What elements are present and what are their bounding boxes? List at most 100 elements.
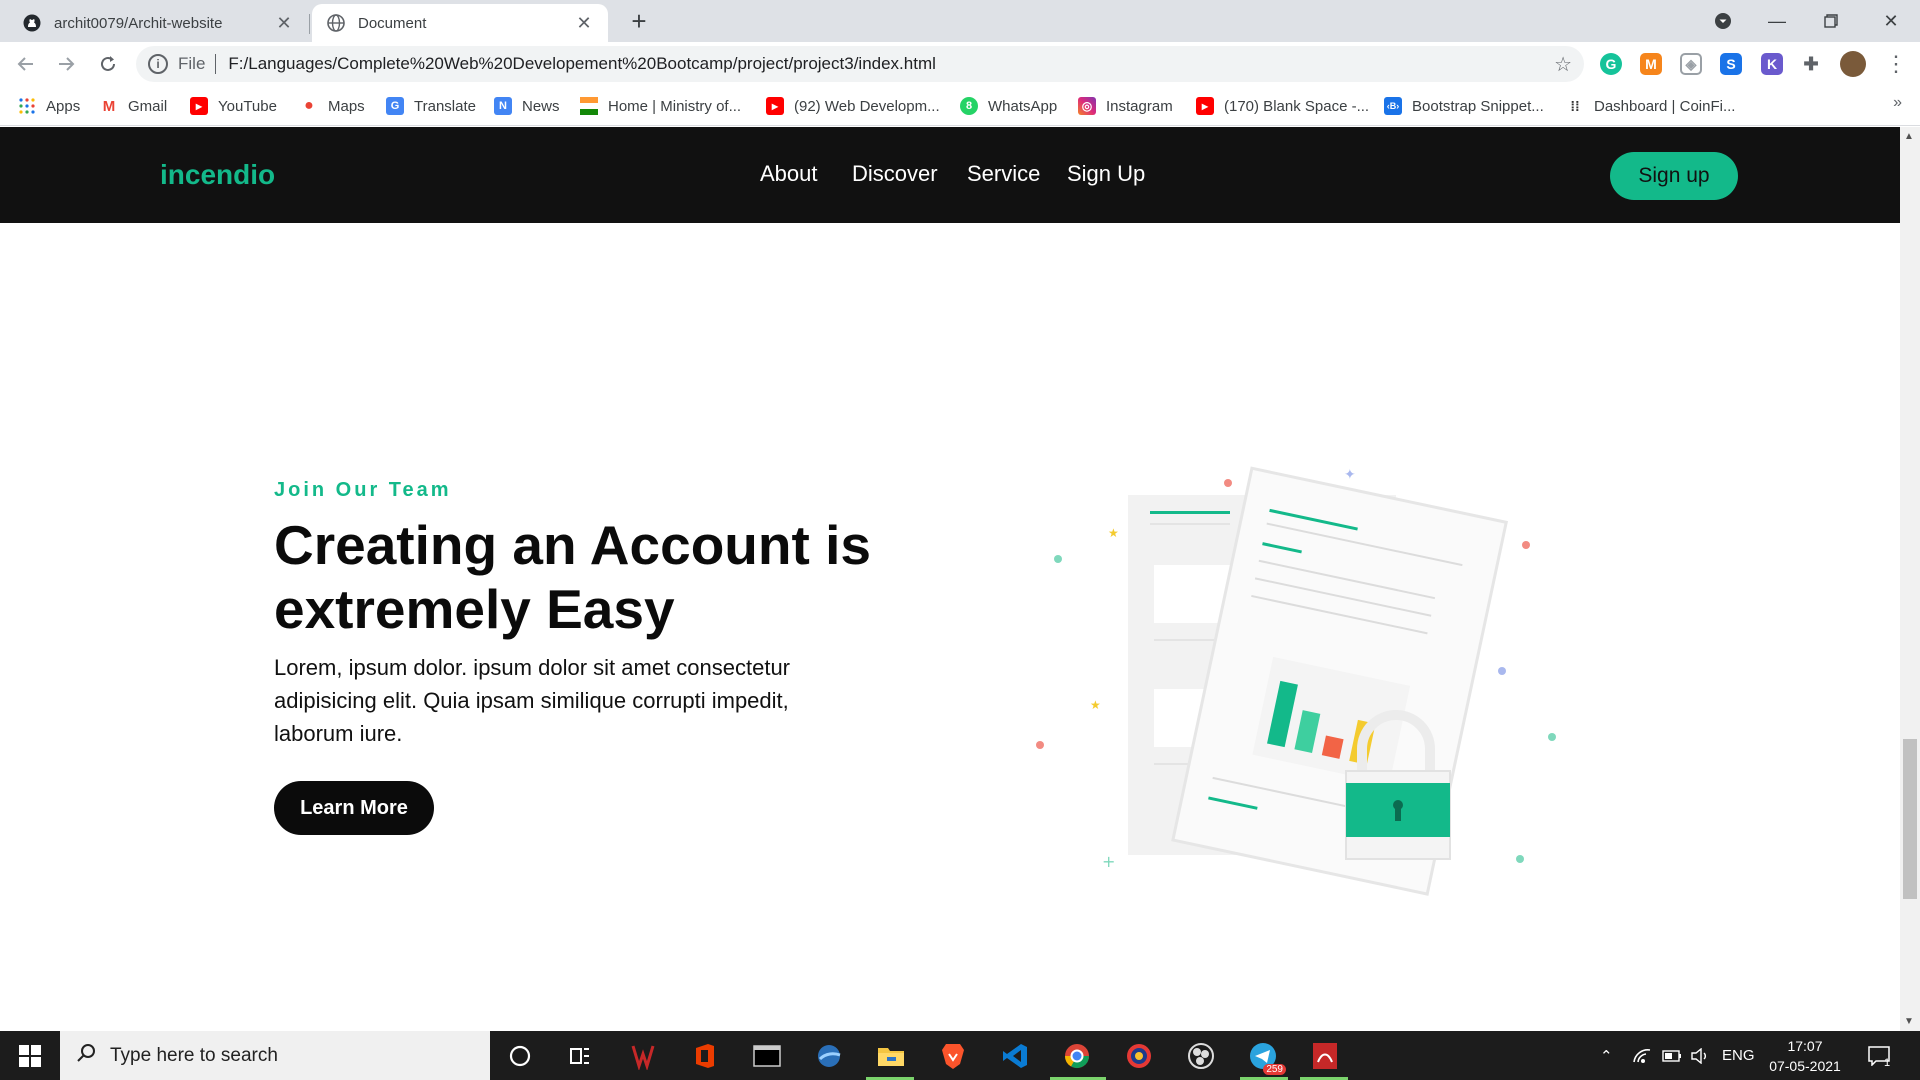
- reload-icon[interactable]: [92, 48, 124, 80]
- bookmark-star-icon[interactable]: ☆: [1554, 52, 1572, 77]
- taskbar-search-box[interactable]: Type here to search: [60, 1031, 490, 1080]
- address-divider: [215, 54, 217, 74]
- tab-divider: [309, 14, 310, 34]
- menu-dots-icon[interactable]: ⋮: [1880, 48, 1912, 80]
- address-scheme: File: [178, 54, 206, 73]
- bookmark-translate[interactable]: G Translate: [386, 94, 476, 118]
- bookmark-label: News: [522, 97, 560, 115]
- nav-service[interactable]: Service: [967, 161, 1040, 187]
- scroll-up-icon[interactable]: ▲: [1904, 131, 1914, 142]
- tray-overflow-icon[interactable]: ⌃: [1600, 1031, 1613, 1080]
- bookmark-label: Apps: [46, 97, 81, 115]
- avatar[interactable]: [1840, 51, 1866, 77]
- pdf-reader-icon[interactable]: [1308, 1039, 1342, 1073]
- restore-icon[interactable]: [1808, 0, 1854, 42]
- youtube-icon: ▶: [190, 97, 208, 115]
- india-flag-icon: [580, 97, 598, 115]
- office-icon[interactable]: [688, 1039, 722, 1073]
- bookmark-web-dev[interactable]: ▶ (92) Web Developm...: [766, 94, 940, 118]
- brave-icon[interactable]: [936, 1039, 970, 1073]
- task-view-icon[interactable]: [563, 1039, 597, 1073]
- nav-sign-up[interactable]: Sign Up: [1067, 161, 1145, 187]
- terminal-icon[interactable]: [750, 1039, 784, 1073]
- obs-icon[interactable]: [1184, 1039, 1218, 1073]
- bookmark-news[interactable]: N News: [494, 94, 560, 118]
- bookmark-label: Bootstrap Snippet...: [1412, 97, 1544, 115]
- battery-icon[interactable]: [1662, 1031, 1682, 1080]
- bookmark-ministry[interactable]: Home | Ministry of...: [580, 94, 741, 118]
- s-extension-icon[interactable]: S: [1720, 53, 1742, 75]
- nav-about[interactable]: About: [760, 161, 818, 187]
- bookmark-whatsapp[interactable]: 8 WhatsApp: [960, 94, 1057, 118]
- browser-globe-icon[interactable]: [812, 1039, 846, 1073]
- info-icon[interactable]: i: [148, 54, 168, 74]
- news-icon: N: [494, 97, 512, 115]
- new-tab-button[interactable]: +: [624, 6, 654, 36]
- tab-search-icon[interactable]: [1700, 0, 1746, 42]
- bookmarks-overflow-icon[interactable]: »: [1893, 94, 1902, 112]
- secure-document-illustration: ✦ ★ ★ +: [1036, 466, 1556, 896]
- tab-document[interactable]: Document ✕: [312, 4, 608, 42]
- hero-lead-text: Lorem, ipsum dolor. ipsum dolor sit amet…: [274, 655, 791, 746]
- bookmark-label: Home | Ministry of...: [608, 97, 742, 115]
- svg-text:✦: ✦: [1344, 467, 1356, 483]
- site-navbar: incendio About Discover Service Sign Up …: [0, 127, 1900, 223]
- music-player-icon[interactable]: [1122, 1039, 1156, 1073]
- back-arrow-icon[interactable]: [10, 48, 42, 80]
- notification-center-icon[interactable]: 1: [1868, 1031, 1890, 1080]
- bookmark-maps[interactable]: ● Maps: [300, 94, 365, 118]
- close-icon[interactable]: ✕: [274, 13, 294, 34]
- file-explorer-icon[interactable]: [874, 1039, 908, 1073]
- bookmark-label: Dashboard | CoinFi...: [1594, 97, 1736, 115]
- volume-icon[interactable]: [1690, 1031, 1710, 1080]
- k-extension-icon[interactable]: K: [1761, 53, 1783, 75]
- address-bar[interactable]: i File F:/Languages/Complete%20Web%20Dev…: [136, 46, 1584, 82]
- svg-text:★: ★: [1090, 698, 1101, 712]
- notification-count: 1: [1884, 1056, 1891, 1069]
- gmail-icon: M: [100, 97, 118, 115]
- language-indicator[interactable]: ENG: [1722, 1031, 1755, 1080]
- bookmark-label: (92) Web Developm...: [794, 97, 940, 115]
- forward-arrow-icon[interactable]: [50, 48, 82, 80]
- shield-icon[interactable]: ◈: [1680, 53, 1702, 75]
- bookmark-label: Gmail: [128, 97, 168, 115]
- bookmark-bootstrap[interactable]: ‹B› Bootstrap Snippet...: [1384, 94, 1544, 118]
- windows-taskbar: Type here to search 259 ⌃ ENG 17:07 07-0…: [0, 1031, 1920, 1080]
- metamask-icon[interactable]: M: [1640, 53, 1662, 75]
- clock-date: 07-05-2021: [1769, 1058, 1841, 1074]
- brand-logo[interactable]: incendio: [160, 159, 275, 191]
- minimize-icon[interactable]: —: [1754, 0, 1800, 42]
- learn-more-button[interactable]: Learn More: [274, 781, 434, 835]
- window-close-icon[interactable]: ✕: [1868, 0, 1914, 42]
- nav-discover[interactable]: Discover: [852, 161, 938, 187]
- search-placeholder: Type here to search: [110, 1044, 278, 1066]
- hero-eyebrow: Join Our Team: [274, 479, 452, 501]
- cortana-icon[interactable]: [503, 1039, 537, 1073]
- globe-icon: [326, 13, 346, 33]
- bookmark-label: Instagram: [1106, 97, 1173, 115]
- bookmark-label: Maps: [328, 97, 365, 115]
- bookmark-apps[interactable]: Apps: [18, 94, 80, 118]
- bookmark-gmail[interactable]: M Gmail: [100, 94, 167, 118]
- svg-text:★: ★: [1108, 526, 1119, 540]
- sign-up-button[interactable]: Sign up: [1610, 152, 1738, 200]
- scrollbar-thumb[interactable]: [1903, 739, 1917, 899]
- windows-start-icon[interactable]: [0, 1031, 60, 1080]
- predator-sense-icon[interactable]: [626, 1039, 660, 1073]
- bookmark-youtube[interactable]: ▶ YouTube: [190, 94, 277, 118]
- translate-icon: G: [386, 97, 404, 115]
- puzzle-icon[interactable]: ✚: [1800, 53, 1822, 75]
- bookmark-instagram[interactable]: ◎ Instagram: [1078, 94, 1173, 118]
- page-scrollbar[interactable]: ▲ ▼: [1900, 127, 1920, 1031]
- scroll-down-icon[interactable]: ▼: [1904, 1016, 1914, 1027]
- vscode-icon[interactable]: [998, 1039, 1032, 1073]
- system-clock[interactable]: 17:07 07-05-2021: [1760, 1036, 1850, 1076]
- bookmark-blank-space[interactable]: ▶ (170) Blank Space -...: [1196, 94, 1369, 118]
- wifi-icon[interactable]: [1632, 1031, 1652, 1080]
- chrome-icon[interactable]: [1060, 1039, 1094, 1073]
- grammarly-icon[interactable]: G: [1600, 53, 1622, 75]
- bookmark-coinfi[interactable]: ⁞⁞ Dashboard | CoinFi...: [1566, 94, 1735, 118]
- tab-github[interactable]: archit0079/Archit-website ✕: [8, 4, 308, 42]
- close-icon[interactable]: ✕: [574, 13, 594, 34]
- telegram-icon[interactable]: 259: [1246, 1039, 1286, 1075]
